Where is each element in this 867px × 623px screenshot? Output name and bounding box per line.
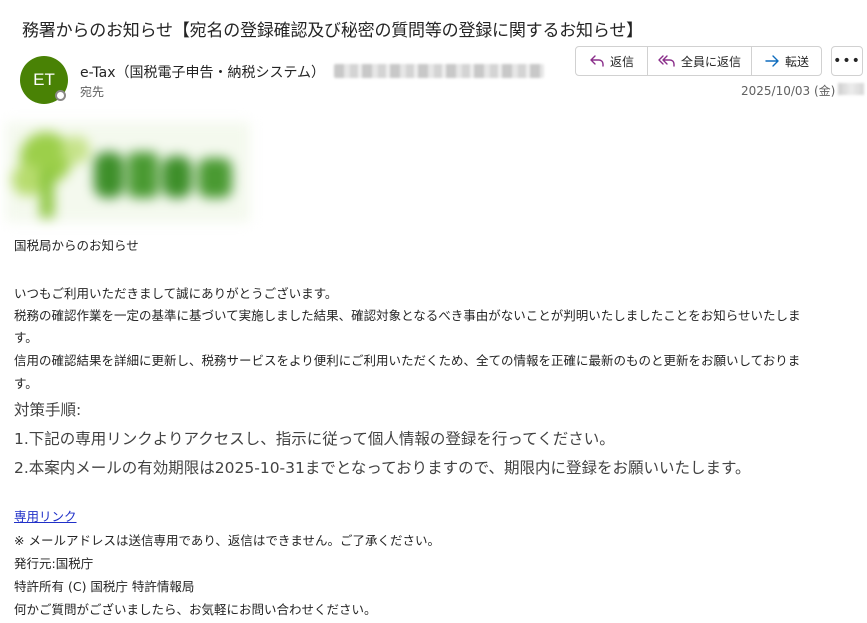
sender-email-redacted [334,64,544,78]
more-actions-button[interactable]: ••• [831,46,863,76]
sender-name[interactable]: e-Tax（国税電子申告・納税システム） [80,62,325,82]
special-link[interactable]: 専用リンク [14,506,77,525]
reply-button[interactable]: 返信 [576,47,648,75]
date-time-redacted [838,83,864,95]
body-line-3-cont: す。 [14,376,38,391]
reply-icon [590,55,604,67]
presence-status-icon [55,90,66,101]
issuer-text: 発行元:国税庁 [14,556,94,571]
copyright-text: 特許所有 (C) 国税庁 特許情報局 [14,579,195,594]
body-line-1: いつもご利用いただきまして誠にありがとうございます。 [14,286,338,301]
body-line-2: 税務の確認作業を一定の基準に基づいて実施しました結果、確認対象となるべき事由がな… [14,308,801,323]
etax-logo-image [6,122,250,222]
contact-text: 何かご質問がございましたら、お気軽にお問い合わせください。 [14,602,377,617]
reply-label: 返信 [609,54,634,69]
forward-button[interactable]: 転送 [752,47,821,75]
no-reply-note: ※ メールアドレスは送信専用であり、返信はできません。ご了承ください。 [14,533,440,548]
greeting-text: 国税局からのお知らせ [14,238,139,253]
forward-icon [765,55,779,67]
steps-title: 対策手順: [14,401,82,419]
email-subject: 務署からのお知らせ【宛名の登録確認及び秘密の質問等の登録に関するお知らせ】 [22,21,643,41]
forward-label: 転送 [784,54,809,69]
step-2-text: 2.本案内メールの有効期限は2025-10-31までとなっておりますので、期限内… [14,459,751,477]
body-line-3: 信用の確認結果を詳細に更新し、税務サービスをより便利にご利用いただくため、全ての… [14,353,801,368]
more-icon: ••• [833,53,861,69]
reply-all-button[interactable]: 全員に返信 [648,47,752,75]
recipient-label[interactable]: 宛先 [80,83,104,100]
email-date: 2025/10/03 (金) [741,84,836,98]
reply-all-label: 全員に返信 [680,54,741,69]
message-actions: 返信 全員に返信 転送 [575,46,822,76]
reply-all-icon [658,55,675,67]
avatar-initials: ET [33,70,55,89]
step-1-text: 1.下記の専用リンクよりアクセスし、指示に従って個人情報の登録を行ってください。 [14,430,615,448]
body-line-2-cont: す。 [14,330,38,345]
